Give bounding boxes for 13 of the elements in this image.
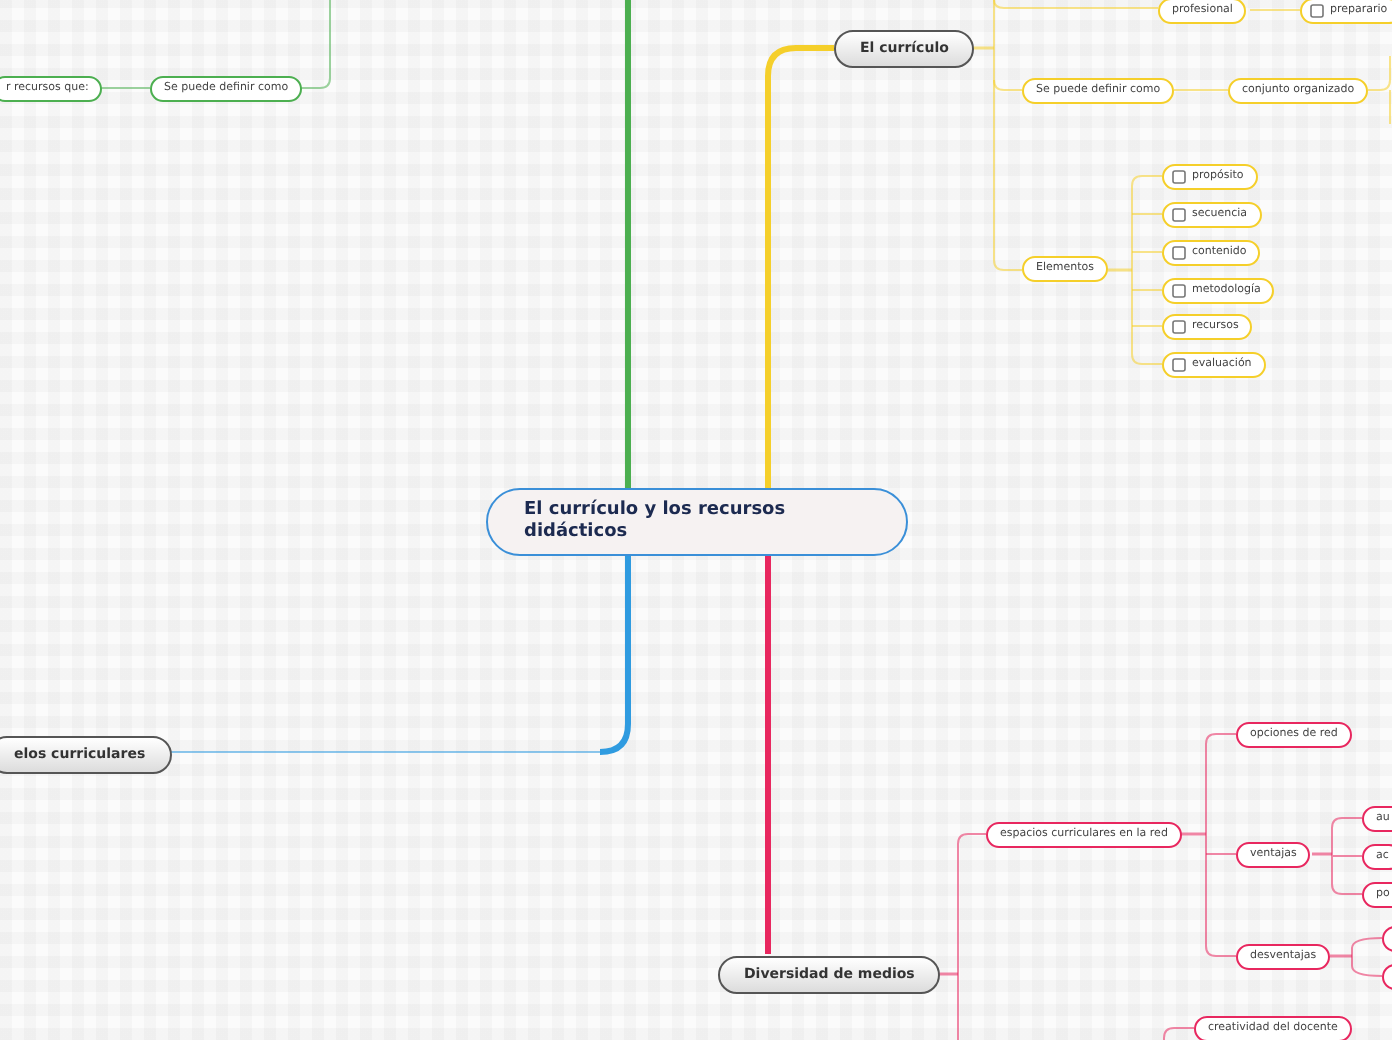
connector-line	[1249, 9, 1301, 11]
central-topic[interactable]: El currículo y los recursos didácticos	[486, 488, 908, 556]
connector-line	[299, 0, 331, 89]
checkbox-icon[interactable]	[1310, 4, 1324, 18]
connector-line	[1173, 89, 1229, 91]
connector-line	[1163, 1027, 1195, 1040]
checkbox-icon[interactable]	[1172, 284, 1186, 298]
checkbox-icon[interactable]	[1172, 358, 1186, 372]
connector-line	[1367, 55, 1391, 125]
checkbox-icon[interactable]	[1172, 170, 1186, 184]
checkbox-icon[interactable]	[1172, 208, 1186, 222]
checkbox-icon[interactable]	[1172, 246, 1186, 260]
checkbox-icon[interactable]	[1172, 320, 1186, 334]
